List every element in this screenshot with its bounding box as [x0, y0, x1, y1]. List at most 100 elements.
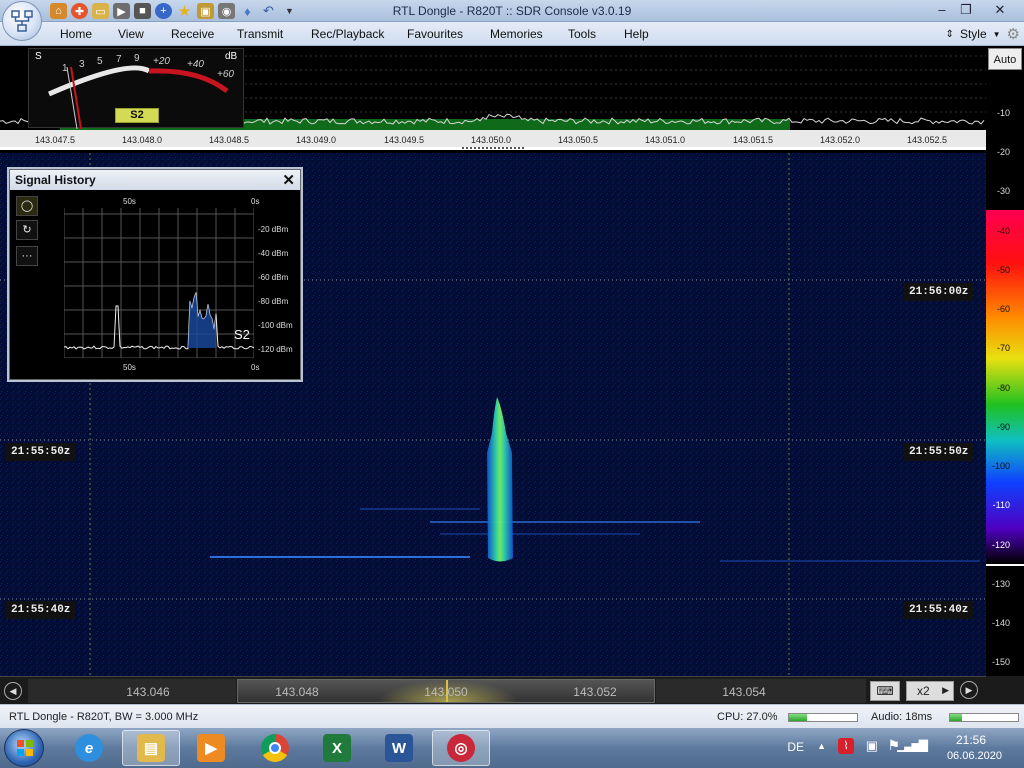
- menu-memories[interactable]: Memories: [490, 27, 543, 41]
- signal-history-title: Signal History: [15, 173, 96, 187]
- s-meter-reading: S2: [115, 108, 159, 123]
- signal-history-reading: S2: [234, 327, 250, 342]
- antivirus-icon[interactable]: ⌇: [838, 738, 854, 754]
- internet-explorer-icon[interactable]: e: [60, 730, 118, 766]
- cpu-meter-fill: [789, 714, 808, 721]
- s-meter: S dB 1 3 5 7 9 +20 +40 +60 S2: [28, 48, 244, 130]
- menu-transmit[interactable]: Transmit: [237, 27, 283, 41]
- dbm-label: -60 dBm: [258, 273, 289, 282]
- clock-time[interactable]: 21:56: [956, 733, 986, 747]
- window-controls: – ❐ ✕: [930, 0, 1022, 20]
- freq-tick-label: 143.047.5: [34, 135, 76, 145]
- dropdown-arrow-icon: ▼: [992, 29, 1001, 39]
- time-axis-label: 0s: [251, 363, 260, 372]
- time-label: 21:56:00z: [904, 283, 974, 301]
- clock-date[interactable]: 06.06.2020: [947, 750, 1002, 762]
- title-bar: ⌂ ✚ ▭ ▶ ■ + ★ ▣ ◉ ♦ ↶ ▼ RTL Dongle - R82…: [0, 0, 1024, 22]
- sdr-console-window: ⌂ ✚ ▭ ▶ ■ + ★ ▣ ◉ ♦ ↶ ▼ RTL Dongle - R82…: [0, 0, 1024, 768]
- freq-tick-label: 143.049.5: [383, 135, 425, 145]
- menu-receive[interactable]: Receive: [171, 27, 214, 41]
- db-label: -80: [996, 383, 1010, 393]
- show-hidden-icons-icon[interactable]: ▲: [817, 741, 826, 751]
- bottom-freq-label: 143.054: [722, 685, 766, 699]
- bottom-freq-label: 143.048: [275, 685, 319, 699]
- s-scale-3: 3: [79, 59, 85, 70]
- close-icon[interactable]: ✕: [978, 0, 1022, 20]
- s-scale-plus20: +20: [153, 56, 170, 67]
- windows-taskbar: e ▤ ▶ X W ◎ DE ▲ ⌇ ▣ ⚑ ▁▃▅▇ 21:56 06.06.…: [0, 728, 1024, 768]
- freq-tick-label: 143.048.5: [208, 135, 250, 145]
- sdr-console-icon[interactable]: ◎: [432, 730, 490, 766]
- windows-logo-icon: [17, 740, 33, 756]
- menu-tools[interactable]: Tools: [568, 27, 596, 41]
- audio-meter: [949, 713, 1019, 722]
- frequency-scale[interactable]: 143.047.5 143.048.0 143.048.5 143.049.0 …: [0, 130, 986, 150]
- settings-gear-icon[interactable]: ⚙: [1007, 25, 1020, 43]
- db-label: -20: [996, 147, 1010, 157]
- close-icon[interactable]: ✕: [282, 171, 295, 189]
- start-button[interactable]: [4, 729, 44, 767]
- excel-icon[interactable]: X: [308, 730, 366, 766]
- media-player-icon[interactable]: ▶: [182, 730, 240, 766]
- device-status: RTL Dongle - R820T, BW = 3.000 MHz: [9, 711, 199, 723]
- zoom-select[interactable]: x2 ▶: [906, 681, 954, 701]
- time-label: 21:55:40z: [904, 601, 974, 619]
- style-label: Style: [959, 27, 987, 41]
- time-label: 21:55:50z: [6, 443, 76, 461]
- network-signal-icon[interactable]: ▁▃▅▇: [897, 738, 928, 752]
- db-scale[interactable]: -10 -20 -30 -40 -50 -60 -70 -80 -90 -100…: [986, 46, 1024, 676]
- s-scale-1: 1: [62, 63, 68, 74]
- keyboard-icon[interactable]: ⌨: [870, 681, 900, 701]
- signal-history-titlebar[interactable]: Signal History ✕: [10, 170, 300, 190]
- time-label: 21:55:40z: [6, 601, 76, 619]
- refresh-icon[interactable]: ↻: [16, 220, 38, 240]
- bottom-freq-label: 143.052: [573, 685, 617, 699]
- zoom-value: x2: [917, 684, 930, 698]
- db-label: -70: [996, 343, 1010, 353]
- s-scale-plus40: +40: [187, 59, 204, 70]
- menu-favourites[interactable]: Favourites: [407, 27, 463, 41]
- db-label: -40: [996, 226, 1010, 236]
- splitter-handle[interactable]: [462, 147, 524, 149]
- freq-tick-label: 143.050.0: [470, 135, 512, 145]
- time-label: 21:55:50z: [904, 443, 974, 461]
- application-menu-button[interactable]: [2, 1, 42, 41]
- updown-icon: ⇕: [945, 28, 954, 40]
- menu-help[interactable]: Help: [624, 27, 649, 41]
- safely-remove-icon[interactable]: ▣: [866, 738, 878, 754]
- auto-scale-button[interactable]: Auto: [988, 48, 1022, 70]
- menu-view[interactable]: View: [118, 27, 144, 41]
- db-label: -150: [991, 657, 1010, 667]
- freq-tick-label: 143.051.0: [644, 135, 686, 145]
- minimize-icon[interactable]: –: [930, 0, 954, 20]
- bottom-freq-label: 143.046: [126, 685, 170, 699]
- word-icon[interactable]: W: [370, 730, 428, 766]
- s-unit-label: S: [35, 51, 42, 62]
- db-label: -50: [996, 265, 1010, 275]
- signal-history-window: Signal History ✕ ◯ ↻ ··· 50s 0s 50s 0s -…: [9, 169, 301, 380]
- dbm-label: -120 dBm: [258, 345, 293, 354]
- bottom-right-area: ▶: [960, 676, 1024, 704]
- circle-icon[interactable]: ◯: [16, 196, 38, 216]
- cpu-meter: [788, 713, 858, 722]
- freq-tick-label: 143.052.0: [819, 135, 861, 145]
- language-indicator[interactable]: DE: [787, 740, 804, 754]
- window-title: RTL Dongle - R820T :: SDR Console v3.0.1…: [392, 4, 632, 18]
- more-icon[interactable]: ···: [16, 246, 38, 266]
- maximize-icon[interactable]: ❐: [954, 0, 978, 20]
- scroll-left-icon[interactable]: ◀: [4, 682, 22, 700]
- scroll-right-icon[interactable]: ▶: [960, 681, 978, 699]
- time-axis-label: 50s: [123, 197, 136, 206]
- freq-tick-label: 143.049.0: [295, 135, 337, 145]
- time-axis-label: 50s: [123, 363, 136, 372]
- menu-rec-playback[interactable]: Rec/Playback: [311, 27, 384, 41]
- chrome-icon[interactable]: [246, 730, 304, 766]
- file-explorer-icon[interactable]: ▤: [122, 730, 180, 766]
- style-menu[interactable]: ⇕ Style ▼ ⚙: [946, 25, 1020, 43]
- bottom-frequency-scale[interactable]: ◀ 143.046 143.048 143.050 143.052 143.05…: [0, 676, 986, 704]
- db-label: -100: [991, 461, 1010, 471]
- dbm-label: -40 dBm: [258, 249, 289, 258]
- menu-home[interactable]: Home: [60, 27, 92, 41]
- db-label: -60: [996, 304, 1010, 314]
- s-scale-9: 9: [134, 53, 140, 64]
